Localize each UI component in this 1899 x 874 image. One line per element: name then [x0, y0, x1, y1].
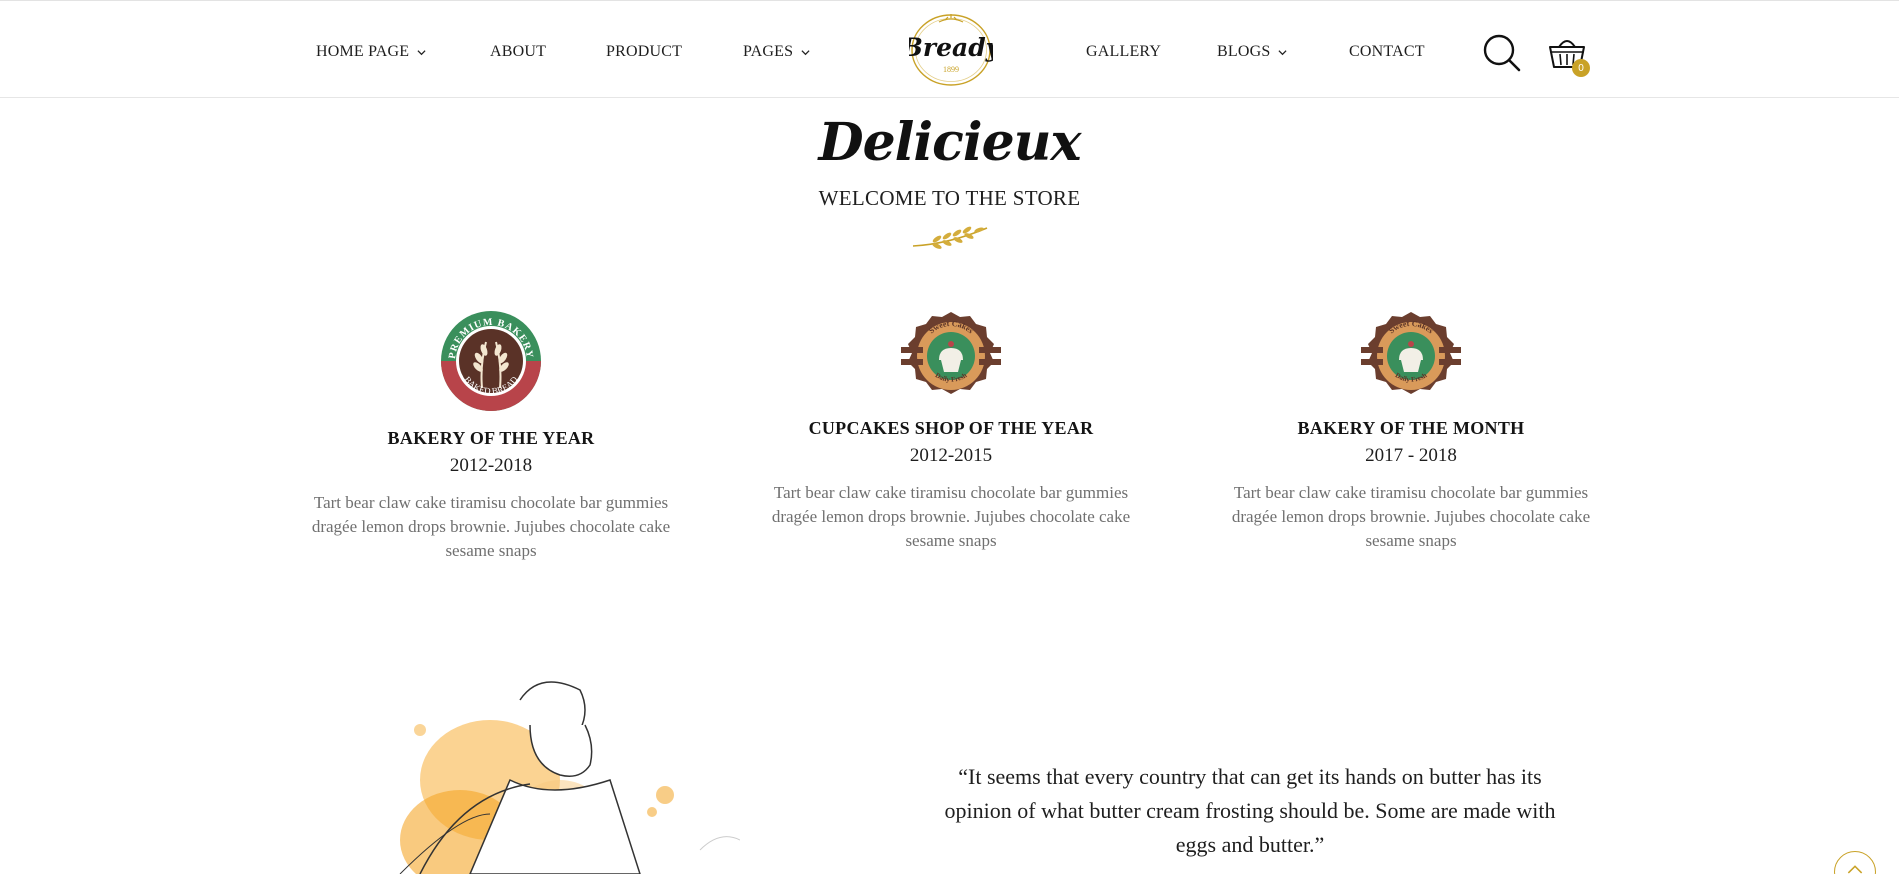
award-years: 2017 - 2018: [1365, 445, 1457, 466]
nav-about[interactable]: ABOUT: [490, 43, 546, 61]
nav-home-page[interactable]: HOME PAGE: [316, 43, 426, 61]
award-title: BAKERY OF THE YEAR: [387, 428, 595, 448]
nav-contact-label: CONTACT: [1349, 43, 1425, 60]
site-header: HOME PAGE ABOUT PRODUCT PAGES Bready 189…: [0, 0, 1899, 98]
award-card: PREMIUM BAKERY BAKED BREAD BAKERY OF THE…: [291, 310, 691, 563]
testimonial-quote: “It seems that every country that can ge…: [944, 764, 1556, 857]
wheat-divider-icon: [912, 226, 988, 249]
nav-blogs[interactable]: BLOGS: [1217, 43, 1287, 61]
chef-illustration: [399, 681, 740, 874]
section-subtitle: WELCOME TO THE STORE: [818, 186, 1081, 210]
nav-contact[interactable]: CONTACT: [1349, 43, 1425, 61]
logo-year: 1899: [943, 65, 959, 74]
scroll-to-top-button[interactable]: [1834, 851, 1876, 874]
nav-gallery[interactable]: GALLERY: [1086, 43, 1161, 61]
cart-count-badge: 0: [1572, 59, 1590, 77]
award-description: Tart bear claw cake tiramisu chocolate b…: [771, 483, 1131, 550]
sweet-cakes-badge-icon: Sweet Cakes Daily Fresh: [1361, 312, 1461, 394]
award-description: Tart bear claw cake tiramisu chocolate b…: [1231, 483, 1591, 550]
nav-pages[interactable]: PAGES: [743, 43, 810, 61]
nav-product-label: PRODUCT: [606, 43, 683, 60]
chevron-down-icon: [417, 49, 426, 55]
award-title: CUPCAKES SHOP OF THE YEAR: [808, 418, 1094, 438]
nav-product[interactable]: PRODUCT: [606, 43, 682, 61]
chevron-down-icon: [1278, 49, 1287, 55]
award-card: Sweet Cakes Daily Fresh CUPCAKES SHOP OF…: [751, 310, 1151, 553]
nav-blogs-label: BLOGS: [1217, 43, 1271, 60]
nav-home-page-label: HOME PAGE: [316, 43, 410, 60]
nav-gallery-label: GALLERY: [1086, 43, 1162, 60]
sweet-cakes-badge-icon: Sweet Cakes Daily Fresh: [901, 312, 1001, 394]
award-title: BAKERY OF THE MONTH: [1297, 418, 1525, 438]
award-years: 2012-2018: [449, 455, 533, 476]
nav-pages-label: PAGES: [743, 43, 794, 60]
premium-bakery-badge-icon: PREMIUM BAKERY BAKED BREAD: [441, 311, 541, 411]
chevron-down-icon: [801, 49, 810, 55]
nav-about-label: ABOUT: [490, 43, 547, 60]
search-icon[interactable]: [1482, 33, 1522, 73]
logo-wordmark: Bready: [909, 33, 993, 62]
award-years: 2012-2015: [909, 445, 993, 466]
bready-logo[interactable]: Bready 1899: [909, 12, 993, 88]
award-description: Tart bear claw cake tiramisu chocolate b…: [311, 493, 671, 560]
section-script-title: Delicieux: [818, 112, 1082, 173]
award-card: Sweet Cakes Daily Fresh BAKERY OF THE MO…: [1211, 310, 1611, 553]
